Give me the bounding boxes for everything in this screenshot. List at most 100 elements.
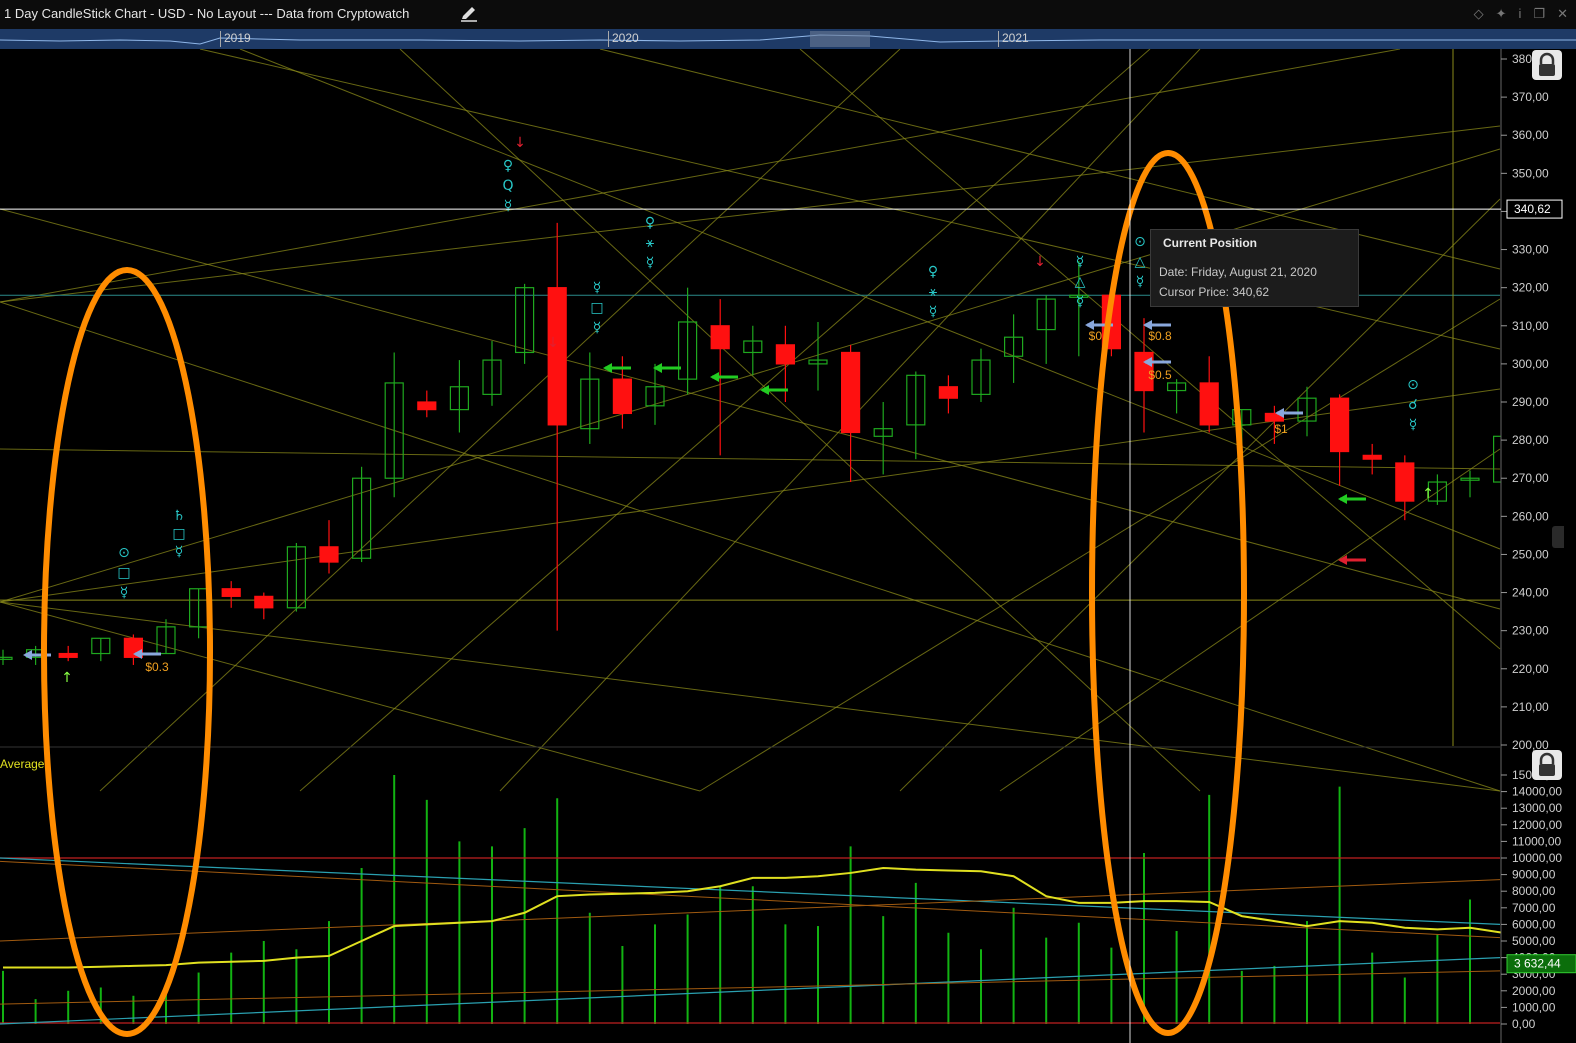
candle-body — [58, 652, 78, 658]
year-label-2021: 2021 — [1002, 31, 1029, 45]
price-tick-label: 220,00 — [1512, 662, 1549, 676]
green-arrow-2 — [653, 363, 681, 373]
astro-symbol-21: ⊙ — [1134, 234, 1146, 250]
candle-27 — [873, 402, 893, 475]
candle-36 — [1166, 379, 1187, 414]
candle-28 — [906, 371, 926, 460]
candle-25 — [808, 321, 828, 391]
astro-symbol-13: □ — [590, 300, 603, 316]
down-arrow-2: ↓ — [547, 335, 559, 351]
astro-symbol-1: □ — [117, 565, 130, 581]
up-arrow-1: ↑ — [61, 670, 73, 686]
candle-14 — [449, 360, 469, 433]
pin-icon[interactable]: ✦ — [1496, 6, 1507, 22]
green-arrow-5 — [1338, 494, 1366, 504]
price-tick-label: 350,00 — [1512, 166, 1549, 180]
close-icon[interactable]: ✕ — [1557, 6, 1568, 22]
astro-symbol-22: △ — [1135, 254, 1146, 270]
candle-body — [775, 344, 796, 365]
astro-symbol-9: ♀ — [645, 215, 655, 231]
candle-8 — [254, 592, 274, 620]
volume-tick-label: 12000,00 — [1512, 818, 1562, 832]
price-tick-label: 310,00 — [1512, 319, 1549, 333]
astro-symbol-4: □ — [172, 526, 185, 542]
price-tick-label: 240,00 — [1512, 586, 1549, 600]
candle-11 — [352, 466, 372, 563]
edit-title-icon[interactable] — [460, 6, 478, 22]
candle-15 — [482, 341, 502, 406]
price-tick-label: 260,00 — [1512, 509, 1549, 523]
candle-9 — [286, 543, 306, 612]
volume-axis-lock-icon[interactable] — [1532, 750, 1562, 780]
candle-37 — [1199, 356, 1219, 433]
window-controls: ◇ ✦ i ❐ ✕ — [1474, 6, 1568, 22]
candle-body — [710, 325, 730, 350]
current-position-tooltip: Current Position Date: Friday, August 21… — [1150, 229, 1359, 307]
volume-tick-label: 10000,00 — [1512, 851, 1562, 865]
price-tick-label: 300,00 — [1512, 357, 1549, 371]
price-annotation-2: $0.5 — [1148, 368, 1172, 382]
trend-line-14 — [99, 49, 901, 792]
astro-symbol-12: ☿ — [593, 280, 602, 296]
volume-trend-orange — [0, 879, 1501, 942]
candle-7 — [221, 581, 241, 608]
price-tick-label: 230,00 — [1512, 624, 1549, 638]
tooltip-title: Current Position — [1163, 236, 1258, 250]
candle-43 — [1395, 455, 1415, 521]
astro-symbol-2: ☿ — [120, 585, 129, 601]
price-annotation-3: $1 — [1274, 422, 1288, 436]
candle-17 — [547, 222, 567, 631]
window-titlebar: 1 Day CandleStick Chart - USD - No Layou… — [0, 0, 1576, 30]
chart-canvas[interactable]: Average ↑ ↑ ↓ ↓ ↓ ⊙ □ ☿ ♄ □ ☿ ♀ Q ☿ ♀ ⚹ ☿ ☿ □ ☿ ♀ ⚹ ☿ ☿ △ ☿ ⊙ △ ☿ ⊙ ☌ ☿… — [0, 49, 1576, 1043]
candle-4 — [123, 634, 144, 665]
candle-body — [221, 588, 241, 597]
candle-10 — [319, 520, 339, 574]
candle-3 — [91, 637, 111, 662]
candle-body — [319, 546, 339, 563]
diamond-icon[interactable]: ◇ — [1474, 6, 1484, 22]
arrow-head — [710, 372, 719, 382]
volume-trend-orange-2 — [0, 860, 1501, 939]
price-annotation-1: $0.8 — [1148, 329, 1172, 343]
astro-symbol-0: ⊙ — [118, 545, 130, 561]
price-tick-label: 360,00 — [1512, 128, 1549, 142]
price-tick-label: 370,00 — [1512, 90, 1549, 104]
restore-icon[interactable]: ❐ — [1533, 6, 1545, 22]
trend-line-10 — [799, 49, 1501, 650]
astro-symbol-17: ☿ — [929, 304, 938, 320]
candle-18 — [580, 352, 600, 444]
astro-symbol-25: ☌ — [1408, 397, 1417, 413]
info-icon[interactable]: i — [1519, 6, 1522, 22]
astro-symbol-19: △ — [1075, 274, 1086, 290]
candle-16 — [514, 283, 535, 364]
candle-body — [417, 401, 437, 411]
astro-symbol-14: ☿ — [593, 320, 602, 336]
candle-31 — [1003, 314, 1024, 383]
volume-trend-cyan — [0, 857, 1501, 925]
trend-line-18 — [599, 49, 1501, 270]
astro-symbol-23: ☿ — [1136, 274, 1145, 290]
candle-29 — [938, 375, 959, 414]
candle-body — [0, 656, 13, 660]
astro-symbol-15: ♀ — [928, 264, 938, 280]
price-tick-label: 320,00 — [1512, 281, 1549, 295]
volume-tick-label: 9000,00 — [1512, 868, 1556, 882]
side-panel-toggle[interactable] — [1552, 526, 1564, 548]
tooltip-price: Cursor Price: 340,62 — [1159, 285, 1270, 299]
candle-13 — [417, 390, 437, 418]
horizontal-levels — [0, 49, 1500, 746]
year-label-2020: 2020 — [612, 31, 639, 45]
tooltip-date: Date: Friday, August 21, 2020 — [1159, 265, 1317, 279]
candle-6 — [189, 588, 209, 639]
volume-overlay-lines: Average — [0, 757, 1568, 1025]
navigator-window — [810, 31, 870, 47]
down-arrow-1: ↓ — [514, 135, 526, 151]
price-annotation-0: $0.3 — [145, 660, 169, 674]
candle-body — [840, 351, 861, 434]
candle-23 — [743, 325, 763, 376]
time-navigator[interactable]: 2019 2020 2021 — [0, 29, 1576, 49]
price-axis-lock-icon[interactable] — [1532, 50, 1562, 80]
volume-tick-label: 7000,00 — [1512, 901, 1556, 915]
candle-45 — [1460, 470, 1480, 498]
year-label-2019: 2019 — [224, 31, 251, 45]
